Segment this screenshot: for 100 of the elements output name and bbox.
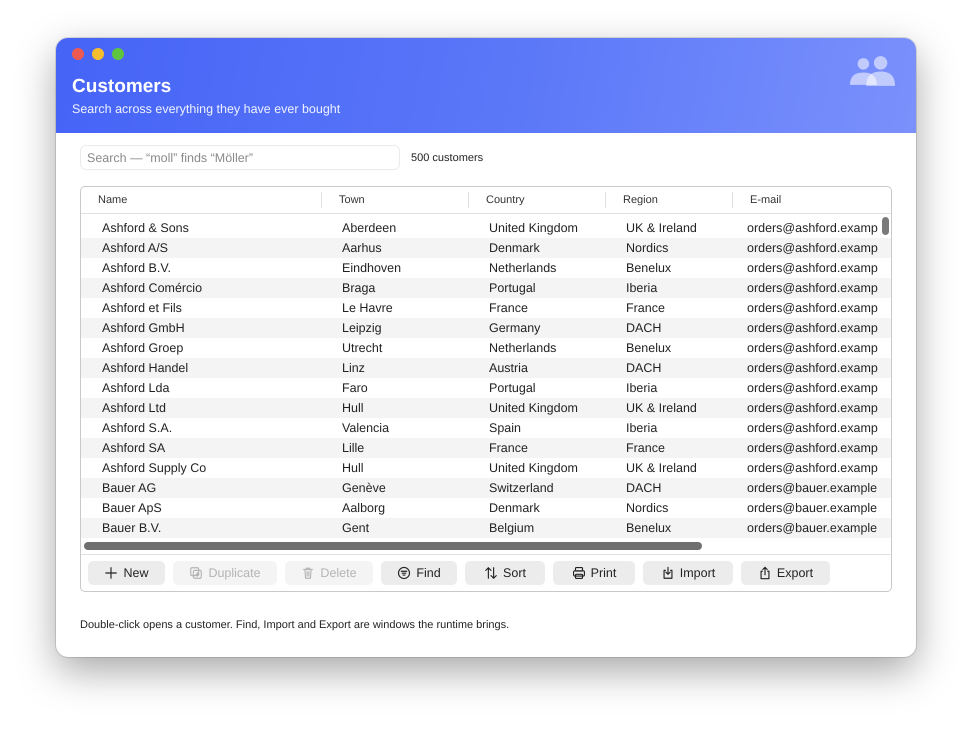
table-cell: Lille	[342, 440, 364, 455]
column-header[interactable]: Country	[468, 192, 605, 208]
table-cell: Benelux	[626, 340, 672, 355]
table-cell: Hull	[342, 460, 364, 475]
toolbar-button[interactable]: Find	[381, 561, 457, 585]
column-header[interactable]: Town	[321, 192, 468, 208]
table-cell: Bauer ApS	[102, 500, 162, 515]
table-cell: orders@ashford.examp	[747, 400, 878, 415]
table-cell: Denmark	[489, 240, 540, 255]
table-cell: Belgium	[489, 520, 534, 535]
table-cell: Ashford SA	[102, 440, 166, 455]
toolbar-button[interactable]: Export	[741, 561, 830, 585]
table-cell: Genève	[342, 480, 386, 495]
table-cell: Linz	[342, 360, 365, 375]
tray-arrow-icon	[660, 566, 675, 580]
customer-count: 500 customers	[411, 152, 484, 164]
table-cell: Ashford Supply Co	[102, 460, 206, 475]
table-cell: orders@ashford.examp	[747, 340, 878, 355]
table-cell: Ashford Groep	[102, 340, 184, 355]
table-cell: orders@ashford.examp	[747, 240, 878, 255]
zoom-button[interactable]	[112, 48, 124, 60]
table-cell: orders@ashford.examp	[747, 300, 878, 315]
help-text: Double-click opens a customer. Find, Import and Export are windows the runtime brings.	[80, 619, 510, 631]
table-cell: UK & Ireland	[626, 460, 697, 475]
table-cell: UK & Ireland	[626, 220, 697, 235]
table-cell: Braga	[342, 280, 376, 295]
column-header[interactable]: Name	[81, 192, 321, 208]
table-cell: Ashford et Fils	[102, 300, 182, 315]
table-cell: Portugal	[489, 380, 536, 395]
table-cell: France	[626, 440, 665, 455]
table-cell: Switzerland	[489, 480, 554, 495]
table-cell: Benelux	[626, 520, 672, 535]
table-cell: Hull	[342, 400, 364, 415]
close-button[interactable]	[72, 48, 84, 60]
table-cell: Le Havre	[342, 300, 393, 315]
table-cell: Utrecht	[342, 340, 382, 355]
table-cell: United Kingdom	[489, 460, 578, 475]
table-cell: France	[626, 300, 665, 315]
table-cell: orders@ashford.examp	[747, 440, 878, 455]
table-cell: UK & Ireland	[626, 400, 697, 415]
table-cell: Spain	[489, 420, 521, 435]
table-cell: Eindhoven	[342, 260, 402, 275]
table-cell: orders@ashford.examp	[747, 460, 878, 475]
table-cell: Netherlands	[489, 260, 556, 275]
window-subtitle: Search across everything they have ever bought	[72, 102, 340, 116]
toolbar-button[interactable]: New	[88, 561, 165, 585]
table-cell: Faro	[342, 380, 368, 395]
column-header[interactable]: Region	[605, 192, 732, 208]
table-cell: Ashford A/S	[102, 240, 168, 255]
table-cell: orders@bauer.example	[747, 480, 878, 495]
table-cell: Iberia	[626, 420, 658, 435]
sort-arrows-icon	[484, 566, 498, 580]
table-cell: United Kingdom	[489, 220, 578, 235]
table-cell: orders@ashford.examp	[747, 220, 878, 235]
search-field[interactable]: Search — “moll” finds “Möller”	[80, 145, 400, 170]
table-cell: Ashford & Sons	[102, 220, 189, 235]
printer-icon	[572, 566, 586, 580]
table-cell: orders@bauer.example	[747, 520, 878, 535]
trash-icon	[301, 566, 316, 580]
table-cell: Aalborg	[342, 500, 386, 515]
minimize-button[interactable]	[92, 48, 104, 60]
table-cell: Ashford Lda	[102, 380, 170, 395]
table-cell: DACH	[626, 360, 662, 375]
table-cell: Valencia	[342, 420, 390, 435]
table-cell: orders@bauer.example	[747, 500, 878, 515]
table-cell: Ashford Ltd	[102, 400, 166, 415]
table-cell: Portugal	[489, 280, 536, 295]
column-header[interactable]: E-mail	[732, 192, 878, 208]
table-cell: Denmark	[489, 500, 540, 515]
table-cell: Iberia	[626, 280, 658, 295]
scrollbar-thumb[interactable]	[882, 216, 889, 235]
table-cell: Austria	[489, 360, 528, 375]
table-cell: orders@ashford.examp	[747, 420, 878, 435]
filter-icon	[397, 566, 412, 580]
table-cell: Ashford Handel	[102, 360, 188, 375]
window-title: Customers	[72, 76, 172, 98]
share-icon	[758, 566, 772, 580]
table-cell: DACH	[626, 320, 662, 335]
toolbar-button[interactable]: Import	[643, 561, 733, 585]
table-cell: Bauer AG	[102, 480, 156, 495]
table-cell: France	[489, 440, 528, 455]
table-cell: Aberdeen	[342, 220, 396, 235]
toolbar-button[interactable]: Sort	[465, 561, 545, 585]
table-cell: orders@ashford.examp	[747, 380, 878, 395]
people-icon	[849, 56, 895, 87]
table-cell: United Kingdom	[489, 400, 578, 415]
table-cell: Bauer B.V.	[102, 520, 162, 535]
table-cell: Germany	[489, 320, 540, 335]
table-cell: France	[489, 300, 528, 315]
table-cell: orders@ashford.examp	[747, 320, 878, 335]
table-cell: Gent	[342, 520, 370, 535]
table-cell: Ashford GmbH	[102, 320, 185, 335]
toolbar-button[interactable]: Print	[553, 561, 635, 585]
table-cell: Nordics	[626, 500, 668, 515]
scrollbar-thumb[interactable]	[84, 542, 702, 550]
table-cell: Ashford B.V.	[102, 260, 172, 275]
table-cell: Ashford Comércio	[102, 280, 202, 295]
table-cell: Leipzig	[342, 320, 382, 335]
table-cell: orders@ashford.examp	[747, 260, 878, 275]
table-cell: orders@ashford.examp	[747, 360, 878, 375]
